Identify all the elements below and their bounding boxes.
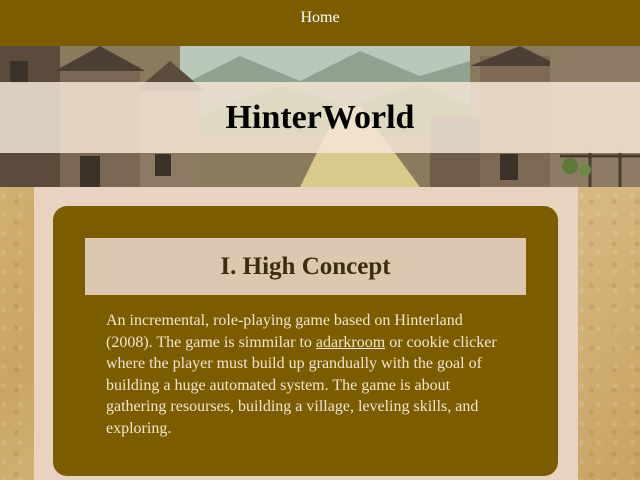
- top-navbar: Home: [0, 0, 640, 46]
- high-concept-card: I. High Concept An incremental, role-pla…: [53, 206, 558, 476]
- nav-home-link[interactable]: Home: [300, 9, 339, 27]
- title-band: HinterWorld: [0, 82, 640, 153]
- adarkroom-link[interactable]: adarkroom: [316, 334, 385, 351]
- section-heading-box: I. High Concept: [85, 238, 526, 295]
- section-title: I. High Concept: [220, 252, 391, 280]
- site-title: HinterWorld: [225, 98, 415, 136]
- section-body-text: An incremental, role-playing game based …: [106, 310, 506, 439]
- header-banner: HinterWorld: [0, 46, 640, 187]
- content-frame: I. High Concept An incremental, role-pla…: [34, 187, 578, 480]
